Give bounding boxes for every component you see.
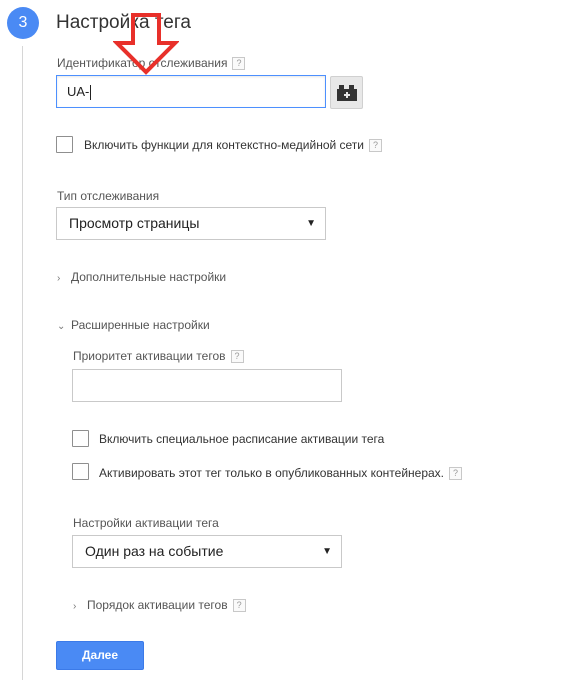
tracking-type-label: Тип отслеживания xyxy=(57,189,160,203)
chevron-right-icon: › xyxy=(57,273,61,284)
published-only-label: Активировать этот тег только в опубликов… xyxy=(99,466,445,480)
tracking-type-select[interactable]: Просмотр страницы ▼ xyxy=(56,207,326,240)
tracking-id-input[interactable]: UA- xyxy=(56,75,326,108)
priority-input[interactable] xyxy=(72,369,342,402)
display-features-label: Включить функции для контекстно-медийной… xyxy=(84,138,365,152)
variable-picker-button[interactable] xyxy=(330,76,363,109)
published-only-label-row: Активировать этот тег только в опубликов… xyxy=(99,466,463,481)
dropdown-arrow-icon: ▼ xyxy=(322,546,332,557)
firing-options-label: Настройки активации тега xyxy=(73,516,219,530)
display-features-label-row: Включить функции для контекстно-медийной… xyxy=(84,138,383,153)
priority-label-row: Приоритет активации тегов? xyxy=(73,349,244,364)
schedule-checkbox[interactable] xyxy=(72,430,89,447)
step-number-badge: 3 xyxy=(7,7,39,39)
step-connector-line xyxy=(22,46,23,680)
lego-brick-plus-icon xyxy=(337,85,357,101)
display-features-checkbox[interactable] xyxy=(56,136,73,153)
advanced-settings-toggle[interactable]: ⌄ Расширенные настройки xyxy=(57,318,210,332)
priority-help-icon[interactable]: ? xyxy=(230,350,244,364)
published-only-help-icon[interactable]: ? xyxy=(449,467,463,481)
text-caret xyxy=(90,85,92,101)
display-features-help-icon[interactable]: ? xyxy=(369,139,383,153)
chevron-right-icon: › xyxy=(73,601,77,612)
schedule-label: Включить специальное расписание активаци… xyxy=(99,432,385,446)
red-down-arrow-icon xyxy=(113,13,179,75)
published-only-checkbox[interactable] xyxy=(72,463,89,480)
firing-options-selected: Один раз на событие xyxy=(85,543,224,559)
firing-options-select[interactable]: Один раз на событие ▼ xyxy=(72,535,342,568)
dropdown-arrow-icon: ▼ xyxy=(306,218,316,229)
chevron-down-icon: ⌄ xyxy=(57,321,66,332)
tag-configuration-panel: 3 Настройка тега Идентификатор отслежива… xyxy=(0,0,579,680)
more-settings-label: Дополнительные настройки xyxy=(71,270,227,284)
continue-button[interactable]: Далее xyxy=(56,641,144,670)
advanced-settings-label: Расширенные настройки xyxy=(71,318,210,332)
tracking-id-value: UA- xyxy=(67,84,90,99)
tracking-id-help-icon[interactable]: ? xyxy=(232,57,246,71)
tracking-type-selected: Просмотр страницы xyxy=(69,215,200,231)
priority-label: Приоритет активации тегов xyxy=(73,349,226,363)
tag-sequencing-toggle[interactable]: › Порядок активации тегов? xyxy=(73,598,246,613)
tag-sequencing-help-icon[interactable]: ? xyxy=(232,599,246,613)
tag-sequencing-label: Порядок активации тегов xyxy=(87,598,228,612)
more-settings-toggle[interactable]: › Дополнительные настройки xyxy=(57,270,226,284)
